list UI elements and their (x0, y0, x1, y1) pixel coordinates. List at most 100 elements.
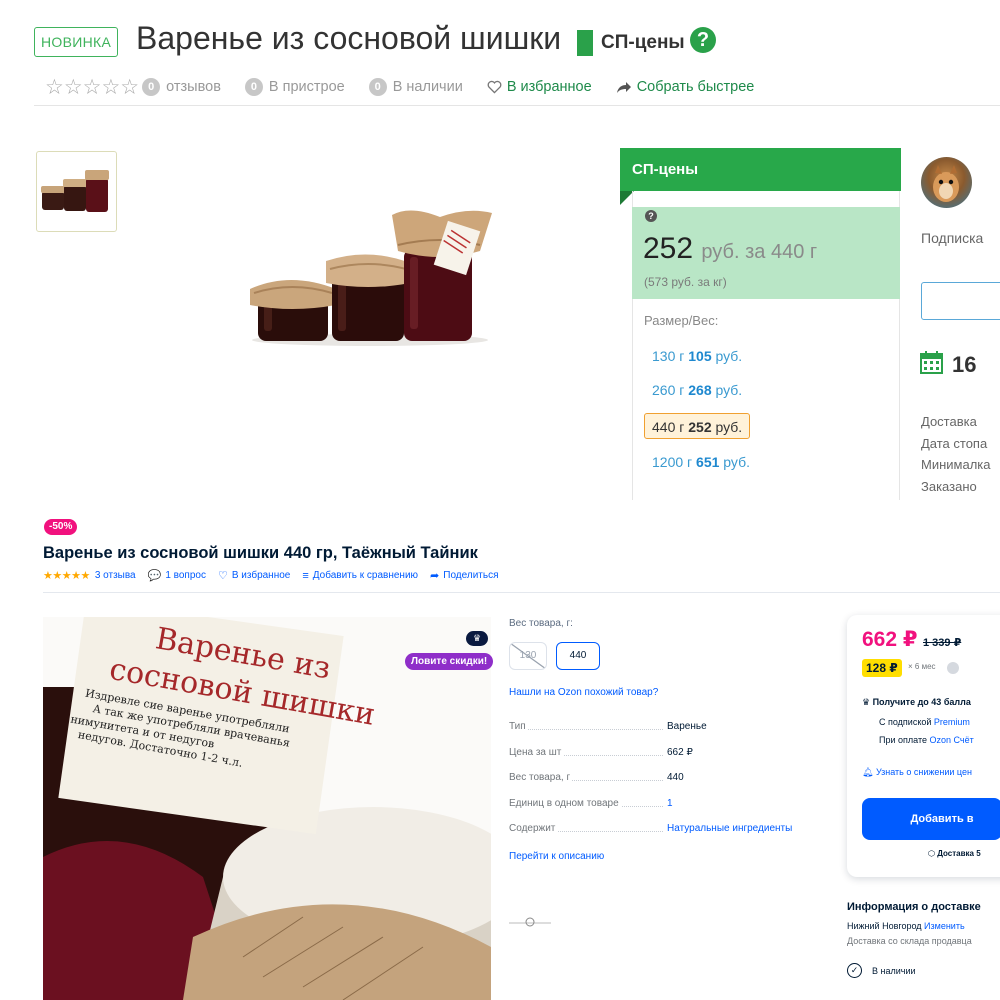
delivery-small-label: Доставка 5 (937, 849, 981, 858)
size-currency: руб. (715, 382, 743, 398)
property-key: Содержит (509, 823, 558, 835)
stop-date-line: Дата стопа (921, 435, 988, 451)
city-label: Нижний Новгород (847, 921, 922, 931)
check-icon: ✓ (847, 963, 862, 978)
stop-date-number: 16 (952, 352, 977, 377)
rating-stars[interactable]: ☆☆☆☆☆ (45, 75, 139, 100)
premium-link[interactable]: Premium (934, 717, 970, 727)
installment-price[interactable]: 128 ₽ (862, 659, 902, 677)
minimum-line: Минималка (921, 457, 991, 472)
ozon-product-photo[interactable]: Варенье из сосновой шишки Издревле сие в… (43, 617, 491, 1000)
price-unit: руб. за 440 г (701, 241, 818, 263)
weight-option-440-selected[interactable]: 440 (556, 642, 600, 670)
property-value: 440 (667, 772, 684, 784)
divider (34, 105, 1000, 106)
similar-product-link[interactable]: Нашли на Ozon похожий товар? (509, 687, 658, 698)
in-stock-status: ✓ В наличии (847, 963, 916, 978)
reviews-counter[interactable]: 0 отзывов (142, 78, 221, 96)
in-stock-label: В наличии (872, 965, 916, 976)
size-weight: 440 г (652, 419, 685, 435)
compare-link[interactable]: ≡ Добавить к сравнению (302, 570, 418, 582)
jars-thumbnail-image (41, 170, 109, 212)
price-per-kg: (573 руб. за кг) (644, 275, 727, 289)
bonus-label: Получите до 43 балла (872, 697, 971, 707)
jar-closeup-image: Варенье из сосновой шишки Издревле сие в… (43, 617, 491, 1000)
property-key: Цена за шт (509, 746, 564, 758)
size-label: Размер/Вес: (644, 313, 719, 328)
setup-counter[interactable]: 0 В пристрое (244, 78, 345, 96)
current-price: 252 руб. за 440 г (643, 232, 817, 266)
question-icon[interactable]: ? (645, 210, 657, 222)
weight-label: Вес товара, г: (509, 618, 573, 629)
subscription-label: Подписка (921, 230, 984, 246)
ozon-product-page: -50% Варенье из сосновой шишки 440 гр, Т… (0, 505, 1000, 1000)
heart-icon (487, 80, 502, 94)
stock-label: В наличии (392, 79, 463, 95)
crown-icon: ♛ (466, 631, 488, 646)
heart-icon: ♡ (217, 570, 228, 582)
delivery-small: ⬡ Доставка 5 (928, 849, 981, 858)
favorite-link[interactable]: ♡ В избранное (218, 569, 290, 582)
property-value-link[interactable]: Натуральные ингредиенты (667, 823, 792, 834)
collect-label: Собрать быстрее (636, 79, 755, 95)
property-value: Варенье (667, 721, 707, 733)
bonus-points: ♛ Получите до 43 балла (862, 697, 971, 708)
share-label: Поделиться (443, 570, 499, 581)
ozon-product-title: Варенье из сосновой шишки 440 гр, Таёжны… (43, 544, 478, 562)
purchase-info-lines: Доставка Дата стопа Минималка Заказано (921, 411, 991, 497)
compare-label: Добавить к сравнению (312, 570, 419, 581)
setup-count: 0 (244, 78, 263, 96)
reviews-label: отзывов (166, 79, 221, 95)
reviews-label: 3 отзыва (94, 570, 136, 581)
property-row: Тип Варенье (509, 714, 809, 740)
bell-icon: 🔔︎ (862, 767, 876, 777)
ordered-line: Заказано (921, 478, 977, 494)
property-key: Тип (509, 721, 528, 733)
weight-option-130-unavailable[interactable]: 130 (509, 642, 547, 670)
stock-count: 0 (368, 78, 387, 96)
size-weight: 1200 г (652, 454, 693, 470)
change-city-link[interactable]: Изменить (924, 921, 965, 931)
ozon-card-line: При оплате Ozon Счёт (879, 735, 974, 745)
price-drop-notify-link[interactable]: 🔔︎ Узнать о снижении цен (862, 767, 972, 778)
share-arrow-icon (616, 81, 631, 93)
rating-stars[interactable]: ★★★★★ (43, 569, 90, 582)
info-icon[interactable] (947, 662, 959, 674)
product-main-image[interactable] (240, 205, 495, 350)
collect-link[interactable]: Собрать быстрее (616, 79, 755, 95)
help-icon[interactable]: ? (690, 27, 716, 53)
product-thumbnail[interactable] (36, 151, 117, 232)
delivery-city: Нижний Новгород Изменить (847, 921, 965, 931)
reviews-link[interactable]: 3 отзыва (95, 570, 136, 581)
add-to-cart-button[interactable]: Добавить в (862, 798, 1000, 840)
sp-product-page: НОВИНКА Варенье из сосновой шишки СП-цен… (0, 0, 1000, 500)
price-value: 252 (643, 232, 694, 265)
go-to-description-link[interactable]: Перейти к описанию (509, 851, 604, 862)
sp-price-header: СП-цены (620, 148, 901, 191)
reviews-count: 0 (142, 78, 161, 96)
size-option-440-selected[interactable]: 440 г 252 руб. (644, 413, 751, 439)
card-link[interactable]: Ozon Счёт (929, 735, 973, 745)
share-link[interactable]: ➦ Поделиться (430, 569, 498, 582)
size-option-1200[interactable]: 1200 г 651 руб. (644, 449, 750, 475)
delivery-info-title: Информация о доставке (847, 901, 981, 913)
subscribe-button[interactable] (921, 282, 1000, 320)
size-option-260[interactable]: 260 г 268 руб. (644, 377, 742, 403)
stock-counter[interactable]: 0 В наличии (368, 78, 463, 96)
questions-link[interactable]: 💬 1 вопрос (148, 569, 206, 582)
size-price: 651 (696, 454, 720, 470)
premium-prefix: С подпиской (879, 717, 932, 727)
size-currency: руб. (715, 348, 743, 364)
share-arrow-icon: ➦ (430, 570, 440, 582)
property-row: Вес товара, г 440 (509, 765, 809, 791)
size-option-130[interactable]: 130 г 105 руб. (644, 343, 742, 369)
ozon-price: 662 ₽ (862, 628, 918, 651)
discount-badge: -50% (44, 519, 78, 535)
organizer-avatar[interactable] (921, 157, 972, 208)
brand-logo-icon (509, 917, 551, 927)
brand-name: СП-цены (601, 32, 685, 53)
product-properties: Тип Варенье Цена за шт 662 ₽ Вес товара, г… (509, 714, 809, 842)
size-currency: руб. (715, 419, 743, 435)
favorite-link[interactable]: В избранное (487, 79, 592, 95)
size-weight: 130 г (652, 348, 685, 364)
